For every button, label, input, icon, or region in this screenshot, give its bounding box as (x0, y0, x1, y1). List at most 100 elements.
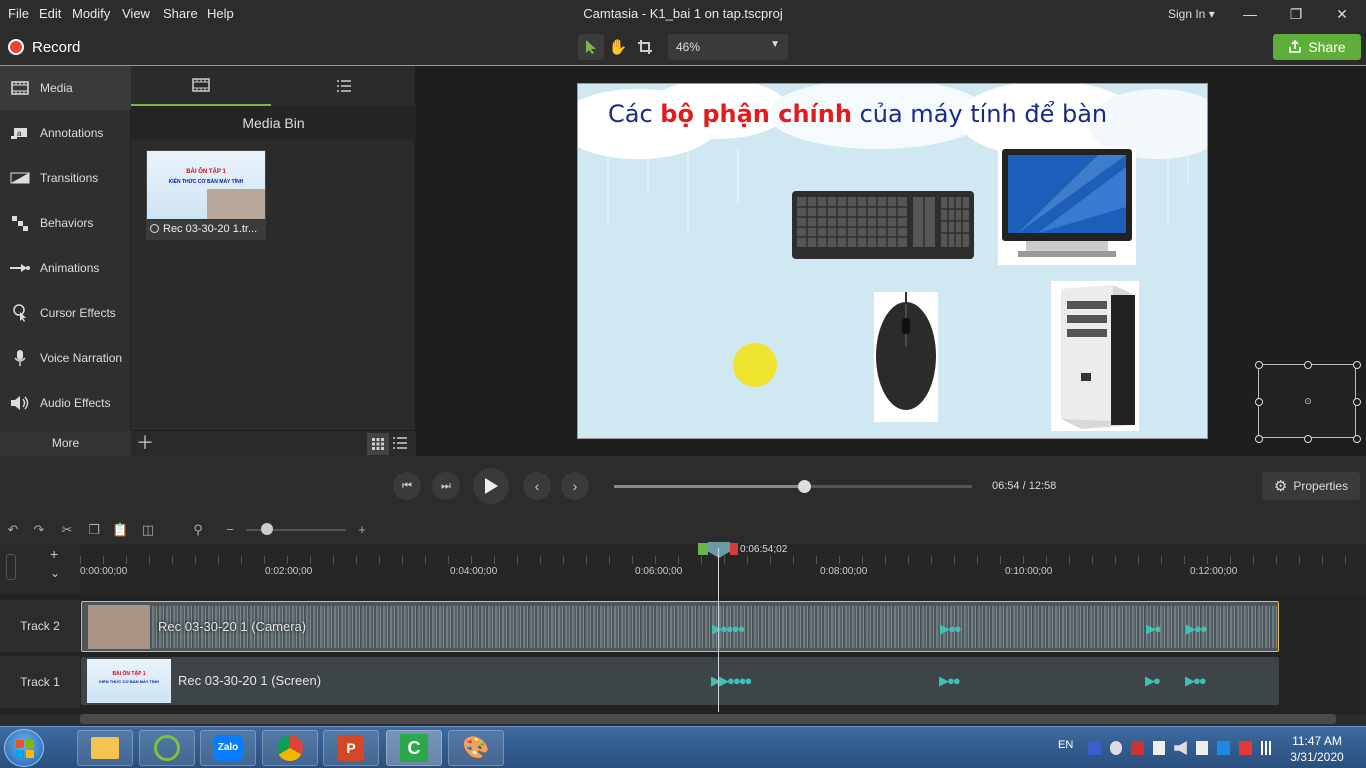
selection-end-marker[interactable] (730, 543, 738, 555)
resize-handle[interactable] (1255, 435, 1263, 443)
tray-icon[interactable] (1238, 741, 1252, 755)
grid-view-icon[interactable] (367, 433, 389, 455)
step-back-button[interactable]: ⏮ (393, 472, 421, 500)
menu-help[interactable]: Help (207, 6, 234, 21)
start-button[interactable] (4, 729, 44, 767)
menu-share[interactable]: Share (163, 6, 198, 21)
flag-icon[interactable] (1195, 741, 1209, 755)
taskbar-paint[interactable]: 🎨 (448, 730, 504, 766)
resize-handle[interactable] (1304, 435, 1312, 443)
chevron-right-icon: › (572, 478, 578, 494)
resize-handle[interactable] (1353, 398, 1361, 406)
timeline-zoom-handle[interactable] (261, 523, 273, 535)
close-button[interactable]: ✕ (1322, 2, 1362, 26)
webcam-overlay-selection[interactable]: ⊙ (1255, 361, 1361, 443)
undo-icon[interactable]: ↶ (5, 522, 21, 538)
preview-slide[interactable]: Các bộ phận chính của máy tính để bàn (577, 83, 1208, 439)
sidebar-item-label: Media (40, 81, 73, 95)
tab-media-bin[interactable] (131, 66, 271, 106)
taskbar-camtasia[interactable]: C (386, 730, 442, 766)
resize-handle[interactable] (1255, 398, 1263, 406)
record-button[interactable]: Record (8, 36, 80, 58)
step-forward-button[interactable]: ⏭ (432, 472, 460, 500)
menu-file[interactable]: File (8, 6, 29, 21)
redo-icon[interactable]: ↷ (31, 522, 47, 538)
sidebar-item-animations[interactable]: Animations (0, 246, 131, 290)
sidebar-item-annotations[interactable]: a Annotations (0, 111, 131, 155)
taskbar-explorer[interactable] (77, 730, 133, 766)
scrubber-track[interactable] (614, 485, 972, 488)
zalo-icon: Zalo (213, 735, 243, 761)
minimize-button[interactable]: — (1230, 2, 1270, 26)
menu-view[interactable]: View (122, 6, 150, 21)
menu-modify[interactable]: Modify (72, 6, 110, 21)
resize-handle[interactable] (1353, 435, 1361, 443)
zoom-in-icon[interactable]: + (354, 522, 370, 538)
search-icon[interactable]: ⚲ (190, 522, 206, 538)
play-button[interactable] (473, 468, 509, 504)
resize-handle[interactable] (1255, 361, 1263, 369)
paste-icon[interactable]: 📋 (112, 522, 128, 538)
previous-marker-button[interactable]: ‹ (523, 472, 551, 500)
language-indicator[interactable]: EN (1058, 739, 1073, 751)
timeline-ruler[interactable]: + ⌄ 0:06:54;02 0:00:00;00 0:02:00;00 0:0… (0, 542, 1366, 594)
system-clock[interactable]: 11:47 AM 3/31/2020 (1282, 733, 1352, 765)
sidebar-item-transitions[interactable]: Transitions (0, 156, 131, 200)
network-icon[interactable] (1260, 741, 1274, 755)
list-view-icon[interactable] (393, 437, 407, 452)
playhead-line[interactable] (718, 548, 719, 712)
next-marker-button[interactable]: › (561, 472, 589, 500)
chevron-down-icon[interactable]: ⌄ (50, 566, 60, 580)
split-icon[interactable]: ◫ (140, 522, 156, 538)
timeline-horizontal-scrollbar[interactable] (80, 714, 1336, 724)
camera-clip[interactable]: Rec 03-30-20 1 (Camera) ▶●●●● ▶●● ▶● ▶●● (81, 601, 1279, 652)
tray-icon[interactable] (1152, 741, 1166, 755)
cut-icon[interactable]: ✂ (59, 522, 75, 538)
scrubber-handle[interactable] (797, 480, 811, 493)
taskbar-chrome[interactable] (262, 730, 318, 766)
sidebar-item-voice-narration[interactable]: Voice Narration (0, 336, 131, 380)
tray-icon[interactable] (1217, 741, 1230, 755)
selection-start-marker[interactable] (698, 543, 708, 555)
taskbar-app[interactable] (139, 730, 195, 766)
resize-handle[interactable] (1353, 361, 1361, 369)
track-1-header[interactable]: Track 1 (0, 656, 80, 708)
tray-icon[interactable] (1109, 741, 1123, 755)
sidebar-item-behaviors[interactable]: Behaviors (0, 201, 131, 245)
properties-button[interactable]: ⚙ Properties (1262, 472, 1360, 500)
share-button[interactable]: Share (1273, 34, 1361, 60)
screen-clip[interactable]: BÀI ÔN TẬP 1 KIẾN THỨC CƠ BẢN MÁY TÍNH R… (81, 657, 1279, 705)
sign-in-button[interactable]: Sign In ▾ (1168, 7, 1215, 21)
add-track-icon[interactable]: + (50, 546, 58, 562)
film-icon (192, 78, 210, 92)
taskbar-zalo[interactable]: Zalo (200, 730, 256, 766)
computer-tower-image (1051, 281, 1139, 431)
crop-tool-button[interactable] (632, 34, 658, 60)
keyboard-image (792, 191, 974, 259)
more-button[interactable]: More (0, 431, 131, 456)
tray-icon[interactable] (1088, 741, 1101, 755)
copy-icon[interactable]: ❐ (86, 522, 102, 538)
tab-library[interactable] (271, 66, 416, 106)
zoom-dropdown[interactable]: 46% ▼ (668, 34, 788, 60)
tray-icon[interactable] (1131, 741, 1144, 755)
restore-button[interactable]: ❐ (1276, 2, 1316, 26)
gear-icon: ⚙ (1273, 478, 1288, 495)
pan-tool-button[interactable]: ✋ (605, 34, 631, 60)
magnet-icon[interactable] (6, 554, 16, 580)
select-tool-button[interactable] (578, 34, 604, 60)
track-2-header[interactable]: Track 2 (0, 600, 80, 652)
menu-edit[interactable]: Edit (39, 6, 61, 21)
canvas-area[interactable]: Các bộ phận chính của máy tính để bàn ⊙ (416, 66, 1366, 456)
taskbar-powerpoint[interactable]: P (323, 730, 379, 766)
rotate-handle[interactable]: ⊙ (1301, 396, 1315, 406)
sidebar-item-cursor-effects[interactable]: Cursor Effects (0, 291, 131, 335)
play-icon (485, 478, 498, 494)
volume-icon[interactable] (1174, 741, 1187, 755)
sidebar-item-audio-effects[interactable]: Audio Effects (0, 381, 131, 425)
resize-handle[interactable] (1304, 361, 1312, 369)
ruler-tick-label: 0:12:00;00 (1190, 566, 1238, 577)
add-media-button[interactable]: ＋ (136, 434, 154, 452)
sidebar-item-media[interactable]: Media (0, 66, 131, 110)
zoom-out-icon[interactable]: − (222, 522, 238, 538)
